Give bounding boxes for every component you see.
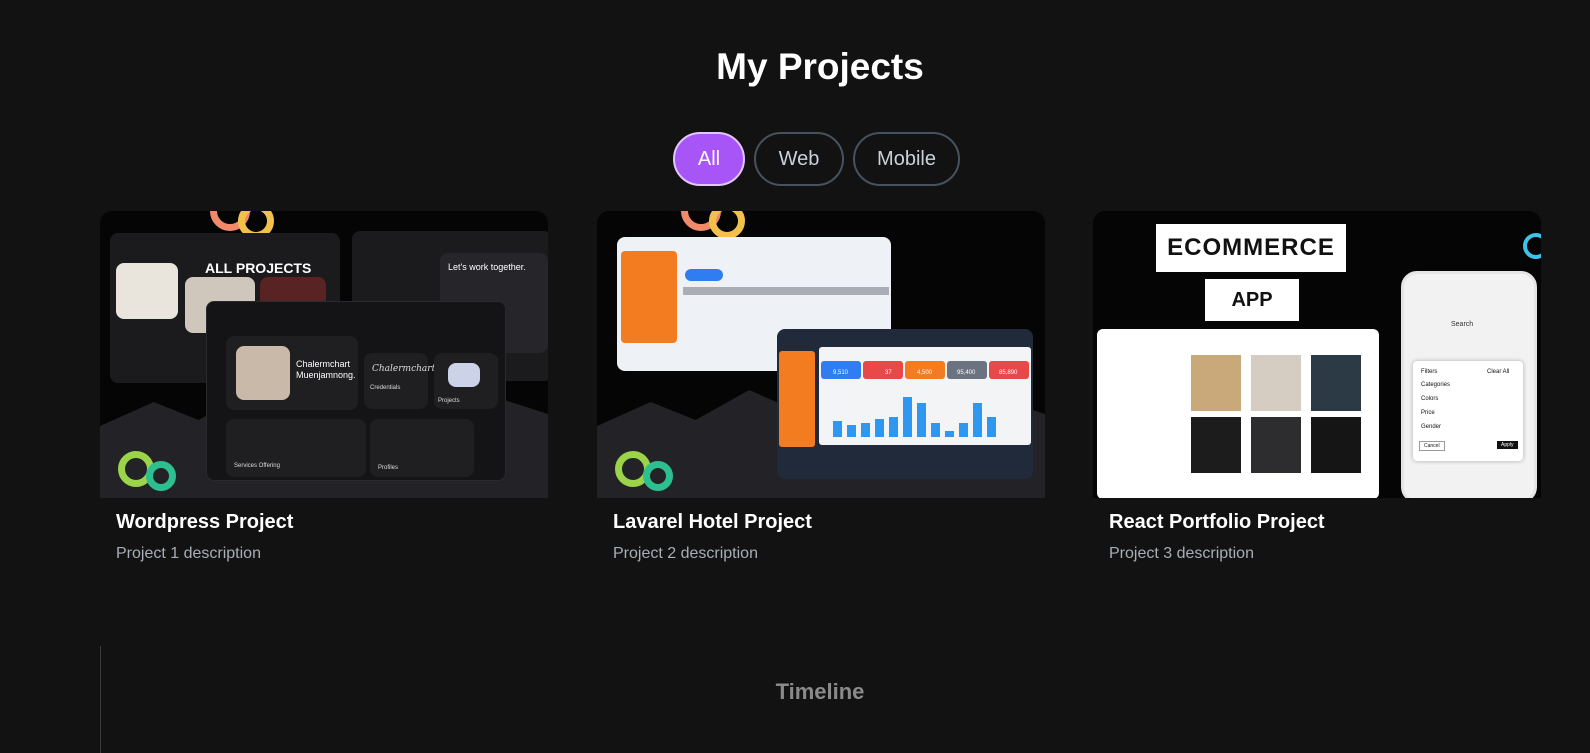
thumb-gender: Gender [1421, 424, 1442, 430]
project-thumbnail: ECOMMERCE APP Search Filters Clear All C… [1093, 211, 1541, 498]
thumb-stat-1: 9,510 [833, 370, 849, 376]
thumb-stat-2: 37 [885, 370, 892, 376]
project-card-wordpress[interactable]: ALL PROJECTS Let's work together. Chaler… [100, 211, 548, 581]
thumb-categories: Categories [1421, 382, 1451, 388]
project-thumbnail: 9,510 37 4,500 95,400 85,890 [597, 211, 1045, 498]
thumb-search: Search [1451, 321, 1474, 328]
thumb-signature: Chalermchart [372, 364, 436, 374]
thumb-stat-5: 85,890 [999, 370, 1018, 376]
filter-mobile-button[interactable]: Mobile [853, 132, 960, 186]
thumb-stat-4: 95,400 [957, 370, 976, 376]
project-description: Project 3 description [1109, 545, 1254, 562]
timeline-title: Timeline [775, 679, 865, 704]
thumb-clear-all: Clear All [1487, 369, 1510, 375]
thumb-stat-3: 4,500 [917, 370, 933, 376]
project-card-react-portfolio[interactable]: ECOMMERCE APP Search Filters Clear All C… [1093, 211, 1541, 581]
thumb-filters: Filters [1421, 369, 1438, 375]
filter-all-button[interactable]: All [673, 132, 745, 186]
thumb-services: Services Offering [234, 463, 280, 469]
project-title: React Portfolio Project [1109, 511, 1325, 533]
project-description: Project 2 description [613, 545, 758, 562]
thumb-name: Chalermchart Muenjamnong. [296, 359, 356, 380]
thumb-price: Price [1421, 410, 1435, 416]
thumb-cancel: Cancel [1419, 441, 1445, 451]
project-card-laravel-hotel[interactable]: 9,510 37 4,500 95,400 85,890 Lavarel Hot… [597, 211, 1045, 581]
thumb-apply: Apply [1497, 441, 1518, 449]
project-description: Project 1 description [116, 545, 261, 562]
thumb-contact: Let's work together. [448, 262, 526, 272]
project-title: Wordpress Project [116, 511, 294, 533]
thumb-badge-app: APP [1205, 279, 1299, 321]
project-filter-group: All Web Mobile [673, 132, 960, 186]
project-title: Lavarel Hotel Project [613, 511, 812, 533]
thumb-badge-ecommerce: ECOMMERCE [1156, 224, 1346, 272]
thumb-heading: ALL PROJECTS [205, 260, 312, 276]
thumb-colors: Colors [1421, 396, 1439, 402]
thumb-credentials: Credentials [370, 385, 401, 391]
page-title: My Projects [716, 46, 924, 87]
filter-web-button[interactable]: Web [754, 132, 844, 186]
thumb-projects: Projects [438, 398, 460, 404]
project-thumbnail: ALL PROJECTS Let's work together. Chaler… [100, 211, 548, 498]
thumb-profiles: Profiles [378, 465, 399, 471]
